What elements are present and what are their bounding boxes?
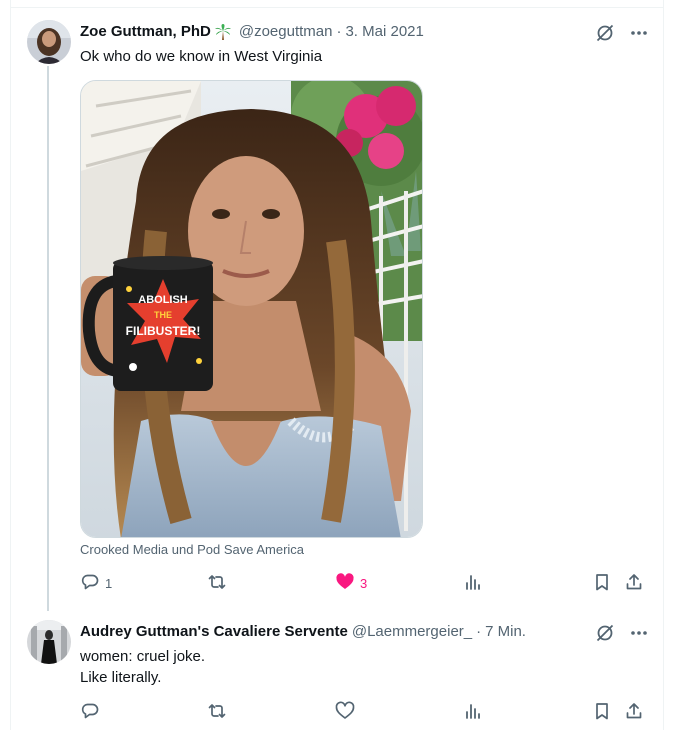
tweet-text: Ok who do we know in West Virginia: [80, 48, 323, 65]
reply-icon: [80, 701, 100, 724]
share-icon: [624, 572, 644, 595]
author-handle[interactable]: @zoeguttman: [239, 22, 333, 42]
reply-icon: [80, 572, 100, 595]
reply-text-line-1: women: cruel joke.: [80, 648, 206, 665]
retweet-icon: [207, 701, 227, 724]
reply-count: 1: [105, 576, 113, 591]
avatar-zoe[interactable]: [27, 20, 71, 64]
share-icon: [624, 701, 644, 724]
views-icon: [463, 701, 483, 724]
views-button[interactable]: [463, 572, 483, 595]
more-icon[interactable]: [629, 23, 649, 43]
reply-text-line-2: Like literally.: [80, 669, 162, 686]
reply-actions: [80, 701, 646, 725]
like-count: 3: [360, 576, 368, 591]
mug-text-line-3: FILIBUSTER!: [126, 324, 201, 338]
tweet-header-actions: [595, 23, 649, 43]
avatar-audrey[interactable]: [27, 620, 71, 664]
separator-dot: ·: [336, 23, 342, 40]
grok-icon[interactable]: [595, 23, 615, 43]
share-button[interactable]: [624, 572, 644, 595]
views-button[interactable]: [463, 701, 483, 724]
reply-author-name[interactable]: Audrey Guttman's Cavaliere Servente: [80, 622, 348, 642]
separator-dot: ·: [476, 623, 482, 640]
heart-icon: [335, 572, 355, 595]
mug-text-line-1: ABOLISH: [138, 294, 188, 306]
views-icon: [463, 572, 483, 595]
author-name[interactable]: Zoe Guttman, PhD: [80, 22, 211, 42]
media-credit[interactable]: Crooked Media und Pod Save America: [80, 542, 304, 557]
tweet-timestamp[interactable]: 3. Mai 2021: [345, 22, 423, 42]
retweet-icon: [207, 572, 227, 595]
like-button[interactable]: [335, 701, 355, 724]
like-button[interactable]: 3: [335, 572, 367, 595]
tweet-photo[interactable]: ABOLISH THE FILIBUSTER!: [80, 80, 423, 538]
more-icon[interactable]: [629, 623, 649, 643]
bookmark-icon: [592, 572, 612, 595]
tweet-header: Zoe Guttman, PhD @zoeguttman · 3. Mai 20…: [80, 22, 424, 42]
bookmark-icon: [592, 701, 612, 724]
divider: [10, 7, 664, 8]
bookmark-button[interactable]: [592, 572, 612, 595]
palm-tree-icon: [214, 23, 232, 41]
reply-timestamp[interactable]: 7 Min.: [485, 622, 526, 642]
retweet-button[interactable]: [207, 572, 232, 595]
share-button[interactable]: [624, 701, 644, 724]
tweet-actions: 1 3: [80, 572, 646, 596]
reply-header-actions: [595, 623, 649, 643]
bookmark-button[interactable]: [592, 701, 612, 724]
reply-button[interactable]: 1: [80, 572, 112, 595]
thread-connector: [47, 66, 49, 611]
retweet-button[interactable]: [207, 701, 227, 724]
reply-button[interactable]: [80, 701, 100, 724]
reply-author-handle[interactable]: @Laemmergeier_: [352, 622, 472, 642]
heart-icon: [335, 701, 355, 724]
grok-icon[interactable]: [595, 623, 615, 643]
reply-header: Audrey Guttman's Cavaliere Servente @Lae…: [80, 622, 526, 642]
mug-text-line-2: THE: [154, 310, 172, 320]
